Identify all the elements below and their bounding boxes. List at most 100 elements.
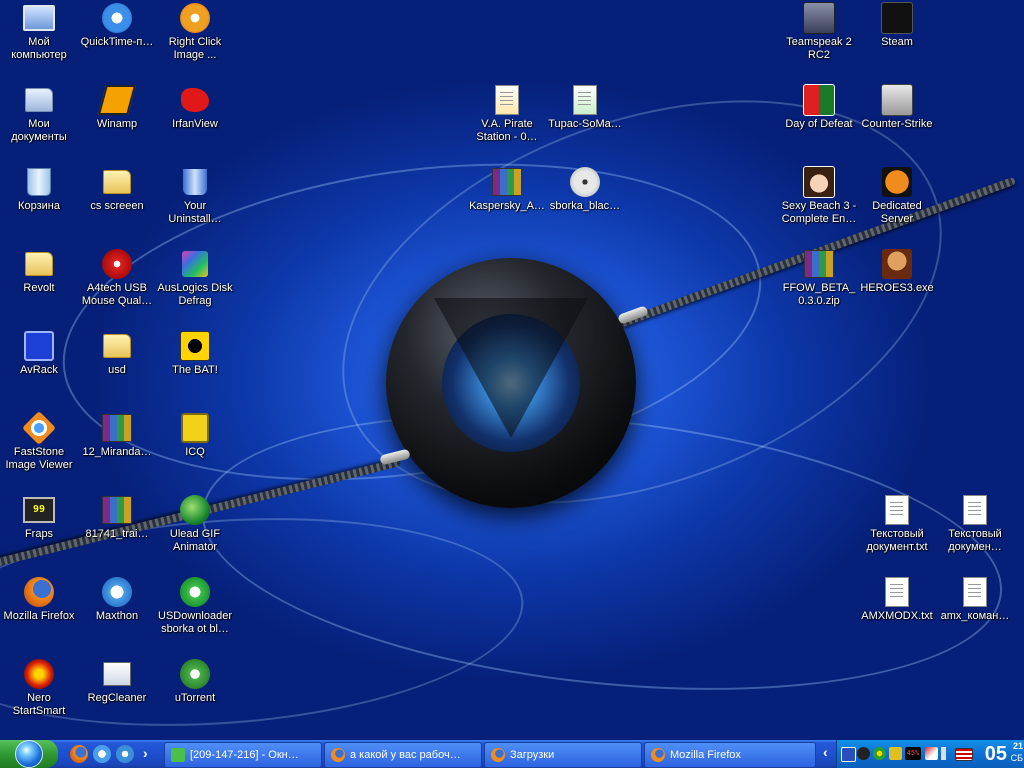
desktop-icon-dedicated-server[interactable]: Dedicated Server	[858, 166, 936, 226]
desktop-icon-amx-commands[interactable]: amx_коман…	[936, 576, 1014, 623]
desktop-icon-a4tech[interactable]: A4tech USB Mouse Qual…	[78, 248, 156, 308]
quicklaunch-expand-button[interactable]: ›	[143, 745, 148, 761]
desktop-icon-recycle-bin[interactable]: Корзина	[0, 166, 78, 213]
desktop-icon-tupac[interactable]: Tupac-SoMa…	[546, 84, 624, 131]
folder-icon	[23, 248, 55, 280]
desktop-icon-label: Nero StartSmart	[12, 692, 66, 717]
desktop-icon-cs-screeen[interactable]: cs screeen	[78, 166, 156, 213]
desktop-icon-faststone[interactable]: FastStone Image Viewer	[0, 411, 78, 472]
half-life-icon	[881, 166, 913, 198]
task-label: а какой у вас рабоч…	[350, 749, 461, 761]
desktop-icon-revolt[interactable]: Revolt	[0, 248, 78, 295]
desktop-icon-winamp[interactable]: Winamp	[78, 84, 156, 131]
fraps-icon: 99	[23, 494, 55, 526]
volume-icon[interactable]	[941, 747, 954, 760]
desktop-icon-counter-strike[interactable]: Counter-Strike	[858, 84, 936, 131]
desktop-icon-label: Ulead GIF Animator	[169, 528, 221, 553]
desktop-icon-label: Steam	[881, 36, 913, 48]
steam-icon[interactable]	[857, 747, 870, 760]
taskbar-task-downloads[interactable]: Загрузки	[484, 742, 642, 768]
desktop-icon-pirate-station[interactable]: V.A. Pirate Station - 0…	[468, 84, 546, 144]
taskbar-task-firefox-forum[interactable]: а какой у вас рабоч…	[324, 742, 482, 768]
desktop-icon-usdownloader[interactable]: USDownloader sborka ot bl…	[156, 576, 234, 636]
nero-icon	[23, 658, 55, 690]
taskbar-task-mozilla-firefox[interactable]: Mozilla Firefox	[644, 742, 816, 768]
disk-defrag-icon	[179, 248, 211, 280]
language-flag-icon[interactable]	[955, 748, 973, 761]
desktop-icon-label: cs screeen	[90, 200, 144, 212]
wallpaper-orb	[386, 258, 636, 508]
desktop-icon-amxmodx[interactable]: AMXMODX.txt	[858, 576, 936, 623]
desktop-icon-81741-archive[interactable]: 81741_trai…	[78, 494, 156, 541]
desktop-icon-ffow-archive[interactable]: FFOW_BETA_0.3.0.zip	[780, 248, 858, 308]
sexy-beach-icon	[803, 166, 835, 198]
desktop-icon-label: 12_Miranda…	[82, 446, 152, 458]
disc-image-icon	[569, 166, 601, 198]
desktop-icon-ulead-gif[interactable]: Ulead GIF Animator	[156, 494, 234, 554]
desktop-icon-sborka[interactable]: sborka_blac…	[546, 166, 624, 213]
desktop-icon-utorrent[interactable]: uTorrent	[156, 658, 234, 705]
desktop-icon-auslogics[interactable]: AusLogics Disk Defrag	[156, 248, 234, 308]
task-label: Загрузки	[510, 749, 555, 761]
desktop-icon-label: AusLogics Disk Defrag	[157, 282, 233, 307]
tray-collapse-button[interactable]: ‹	[823, 744, 828, 760]
desktop-icon-kaspersky-archive[interactable]: Kaspersky_A…	[468, 166, 546, 213]
folder-icon	[101, 330, 133, 362]
windows-start-icon	[15, 740, 43, 768]
desktop-icon-nero[interactable]: Nero StartSmart	[0, 658, 78, 718]
icq-icon[interactable]	[873, 747, 886, 760]
desktop-icon-label: Fraps	[24, 528, 54, 540]
desktop-icon-label: Counter-Strike	[861, 118, 933, 130]
text-document-icon	[959, 494, 991, 526]
desktop-icon-teamspeak[interactable]: Teamspeak 2 RC2	[780, 2, 858, 62]
desktop-icon-firefox[interactable]: Mozilla Firefox	[0, 576, 78, 623]
faststone-icon	[22, 411, 56, 445]
task-label: Mozilla Firefox	[670, 749, 741, 761]
desktop-icon-maxthon[interactable]: Maxthon	[78, 576, 156, 623]
quicklaunch-firefox-icon[interactable]	[70, 745, 88, 763]
desktop-icon-avrack[interactable]: AvRack	[0, 330, 78, 377]
alert-icon[interactable]	[889, 747, 902, 760]
desktop-icon-label: Мои документы	[11, 118, 67, 143]
desktop-icon-right-click-image[interactable]: Right Click Image ...	[156, 2, 234, 62]
firefox-icon	[491, 748, 505, 762]
utorrent-icon	[179, 658, 211, 690]
desktop-icon-miranda-archive[interactable]: 12_Miranda…	[78, 412, 156, 459]
desktop-icon-fraps[interactable]: 99 Fraps	[0, 494, 78, 541]
desktop-icon-usd[interactable]: usd	[78, 330, 156, 377]
desktop-icon-sexy-beach[interactable]: Sexy Beach 3 - Complete En…	[780, 166, 858, 226]
desktop-icon-icq[interactable]: ICQ	[156, 412, 234, 459]
kaspersky-icon[interactable]	[925, 747, 938, 760]
counter-strike-icon	[881, 84, 913, 116]
quicklaunch-maxthon-icon[interactable]	[93, 745, 111, 763]
desktop-icon-steam[interactable]: Steam	[858, 2, 936, 49]
desktop-icon-regcleaner[interactable]: RegCleaner	[78, 658, 156, 705]
desktop-icon-label: HEROES3.exe	[860, 282, 934, 294]
desktop-icon-label: AMXMODX.txt	[861, 610, 933, 622]
desktop-icon-text-document-1[interactable]: Текстовый документ.txt	[858, 494, 936, 554]
desktop-icon-label: Tupac-SoMa…	[548, 118, 622, 130]
desktop-icon-irfanview[interactable]: IrfanView	[156, 84, 234, 131]
desktop-icon-my-documents[interactable]: Мои документы	[0, 84, 78, 144]
desktop[interactable]: Мой компьютер Мои документы Корзина Revo…	[0, 0, 1024, 740]
tray-clock[interactable]: 05 21 СБ	[985, 741, 1023, 767]
desktop-icon-your-uninstaller[interactable]: Your Uninstall…	[156, 166, 234, 226]
desktop-icon-day-of-defeat[interactable]: Day of Defeat	[780, 84, 858, 131]
desktop-icon-my-computer[interactable]: Мой компьютер	[0, 2, 78, 62]
desktop-icon-label: Revolt	[23, 282, 55, 294]
desktop-icon-label: Day of Defeat	[785, 118, 853, 130]
taskbar-task-chat-window[interactable]: [209-147-216] - Окн…	[164, 742, 322, 768]
desktop-icon-label: ICQ	[185, 446, 205, 458]
desktop-icon-heroes3[interactable]: HEROES3.exe	[858, 248, 936, 295]
desktop-icon-the-bat[interactable]: The BAT!	[156, 330, 234, 377]
network-icon[interactable]	[841, 747, 856, 762]
desktop-icon-label: sborka_blac…	[549, 200, 621, 212]
desktop-icon-label: Right Click Image ...	[168, 36, 222, 61]
desktop-icon-label: Your Uninstall…	[168, 200, 222, 225]
start-button[interactable]	[0, 740, 58, 768]
quicklaunch-media-player-icon[interactable]	[116, 745, 134, 763]
desktop-icon-label: uTorrent	[174, 692, 216, 704]
desktop-icon-quicktime[interactable]: QuickTime-п…	[78, 2, 156, 49]
desktop-icon-text-document-2[interactable]: Текстовый докумен…	[936, 494, 1014, 554]
cpu-meter-icon[interactable]: 45%	[905, 747, 921, 760]
